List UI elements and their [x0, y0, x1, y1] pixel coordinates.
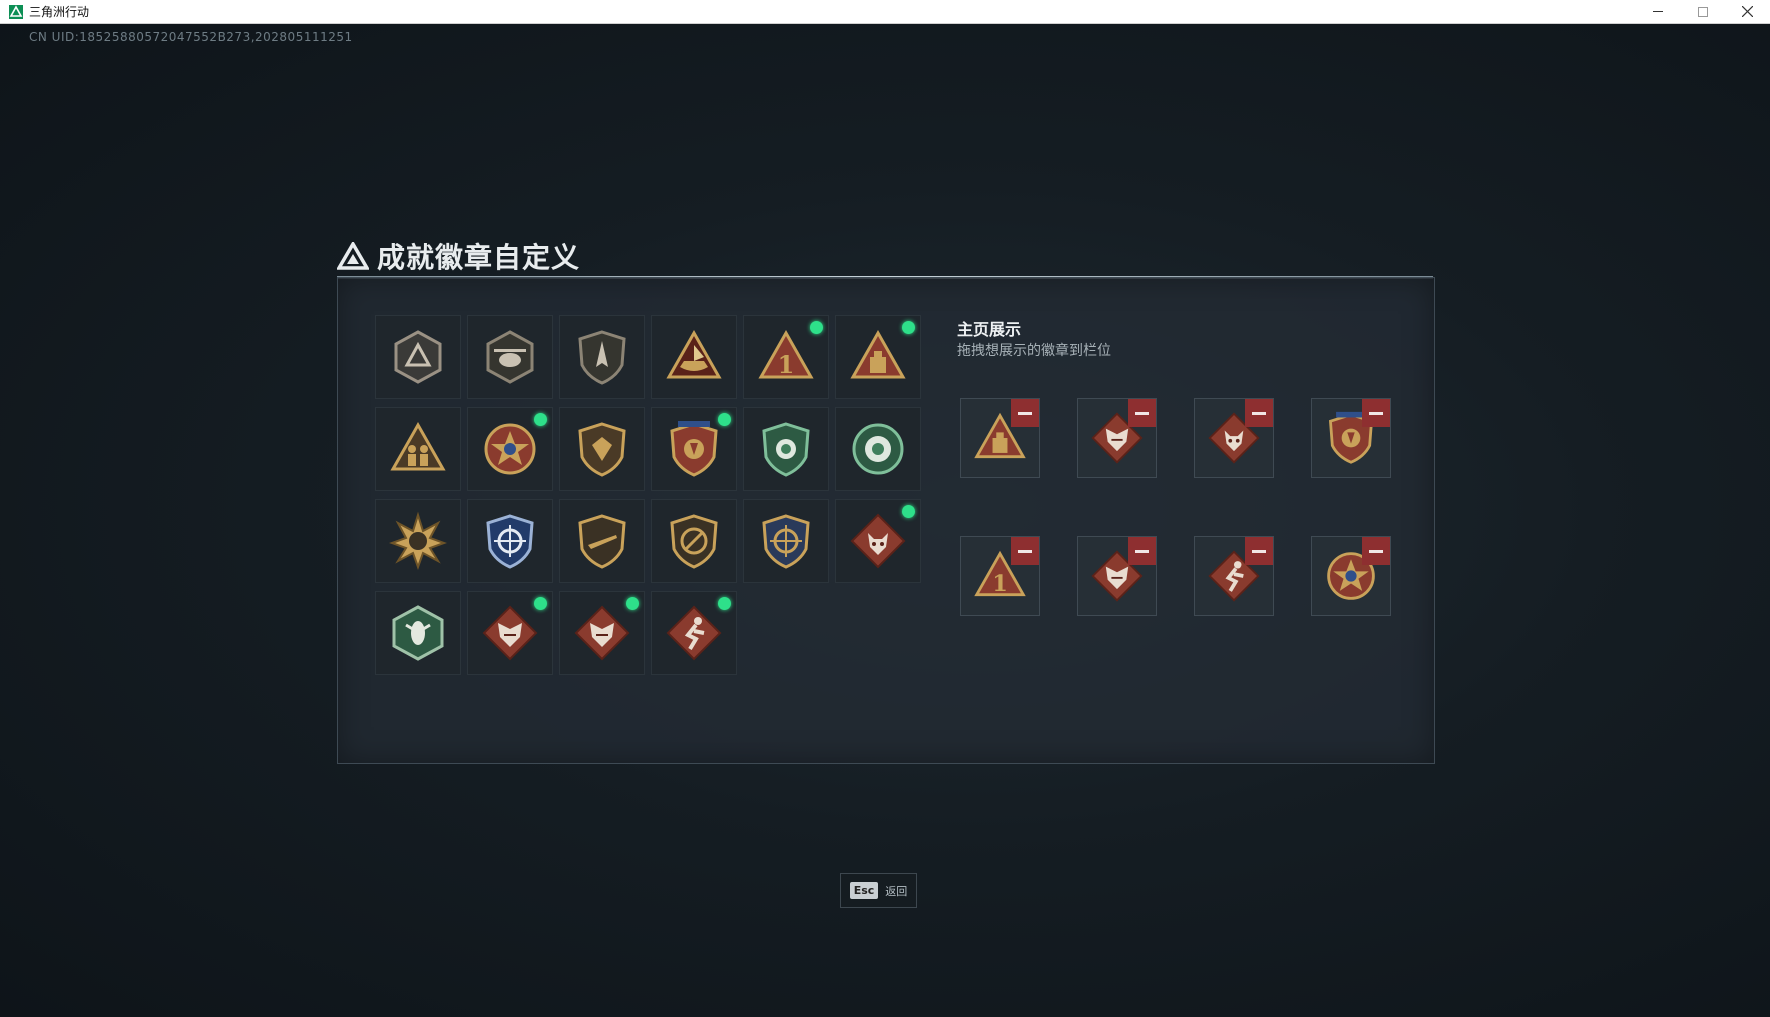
number-one-triangle-badge-icon: 1: [756, 327, 816, 387]
badge-cell[interactable]: [835, 407, 921, 491]
shield-emblem-badge-icon: [572, 419, 632, 479]
new-indicator-dot: [810, 321, 823, 334]
showcase-slot[interactable]: [1311, 398, 1391, 478]
panel-header: 成就徽章自定义: [337, 236, 580, 276]
remove-badge-button[interactable]: [1011, 537, 1039, 565]
minus-icon: [1369, 549, 1383, 553]
close-button[interactable]: [1725, 0, 1770, 23]
badge-cell[interactable]: [651, 591, 737, 675]
new-indicator-dot: [902, 321, 915, 334]
blue-crosshair-crest-badge-icon: [480, 511, 540, 571]
showcase-slot[interactable]: [1194, 398, 1274, 478]
minus-icon: [1252, 411, 1266, 415]
remove-badge-button[interactable]: [1128, 399, 1156, 427]
badge-cell[interactable]: [835, 315, 921, 399]
badge-cell[interactable]: [651, 315, 737, 399]
badge-cell[interactable]: [467, 407, 553, 491]
badge-cell[interactable]: [559, 591, 645, 675]
supply-crate-triangle-badge-icon: [848, 327, 908, 387]
wolf-diamond-badge-icon: [848, 511, 908, 571]
badge-cell[interactable]: [467, 499, 553, 583]
remove-badge-button[interactable]: [1245, 399, 1273, 427]
runner-diamond-badge-icon: [664, 603, 724, 663]
badge-cell[interactable]: [835, 499, 921, 583]
helicopter-badge-icon: [480, 327, 540, 387]
golden-crosshair-crest-badge-icon: [756, 511, 816, 571]
minus-icon: [1135, 549, 1149, 553]
green-shield-badge-icon: [756, 419, 816, 479]
badge-cell[interactable]: [467, 315, 553, 399]
badge-cell[interactable]: [375, 499, 461, 583]
winged-crest-badge-icon: [664, 419, 724, 479]
new-indicator-dot: [626, 597, 639, 610]
badge-cell[interactable]: [375, 315, 461, 399]
new-indicator-dot: [902, 505, 915, 518]
delta-logo-icon: [9, 4, 23, 19]
minimize-button[interactable]: [1635, 0, 1680, 23]
svg-text:1: 1: [992, 571, 1008, 597]
soldiers-triangle-badge-icon: [388, 419, 448, 479]
green-wreath-badge-icon: [848, 419, 908, 479]
showcase-slot[interactable]: [1311, 536, 1391, 616]
page-title: 成就徽章自定义: [377, 241, 581, 274]
user-id-text: CN UID:18525880572047552B273,20280511125…: [29, 30, 353, 44]
badge-cell[interactable]: [375, 407, 461, 491]
star-medal-badge-icon: [480, 419, 540, 479]
new-indicator-dot: [534, 413, 547, 426]
badge-cell[interactable]: [651, 499, 737, 583]
window-titlebar: 三角洲行动: [0, 0, 1770, 24]
minus-icon: [1135, 411, 1149, 415]
new-indicator-dot: [718, 597, 731, 610]
remove-badge-button[interactable]: [1245, 537, 1273, 565]
wasp-hexagon-badge-icon: [388, 603, 448, 663]
esc-key-label: Esc: [849, 882, 879, 899]
badge-cell[interactable]: [559, 499, 645, 583]
badge-cell[interactable]: [375, 591, 461, 675]
showcase-slot[interactable]: [1077, 398, 1157, 478]
remove-badge-button[interactable]: [1362, 399, 1390, 427]
sunburst-badge-icon: [388, 511, 448, 571]
showcase-slot[interactable]: 1: [960, 536, 1040, 616]
showcase-slot[interactable]: [1077, 536, 1157, 616]
showcase-slot[interactable]: [1194, 536, 1274, 616]
back-label: 返回: [885, 884, 908, 898]
badge-cell[interactable]: [651, 407, 737, 491]
badge-cell[interactable]: [467, 591, 553, 675]
dragon-diamond-badge-icon: [572, 603, 632, 663]
showcase-title: 主页展示: [957, 320, 1022, 339]
minus-icon: [1252, 549, 1266, 553]
badge-customization-panel: 1 主页展示 拖拽想展示的徽章到栏位 1: [337, 277, 1435, 764]
svg-text:1: 1: [778, 350, 795, 379]
remove-badge-button[interactable]: [1128, 537, 1156, 565]
badge-cell[interactable]: [743, 499, 829, 583]
no-weapon-shield-badge-icon: [664, 511, 724, 571]
dragon-diamond-badge-icon: [480, 603, 540, 663]
ship-triangle-badge-icon: [664, 327, 724, 387]
rifle-shield-badge-icon: [572, 511, 632, 571]
showcase-slot[interactable]: [960, 398, 1040, 478]
remove-badge-button[interactable]: [1362, 537, 1390, 565]
showcase-hint: 拖拽想展示的徽章到栏位: [957, 343, 1111, 359]
delta-shield-badge-icon: [388, 327, 448, 387]
badge-cell[interactable]: [559, 407, 645, 491]
minus-icon: [1018, 549, 1032, 553]
window-title: 三角洲行动: [29, 5, 90, 19]
remove-badge-button[interactable]: [1011, 399, 1039, 427]
new-indicator-dot: [534, 597, 547, 610]
jet-shield-badge-icon: [572, 327, 632, 387]
delta-triangle-icon: [337, 242, 369, 270]
badge-cell[interactable]: [743, 407, 829, 491]
back-button[interactable]: Esc 返回: [840, 873, 917, 908]
minus-icon: [1018, 411, 1032, 415]
maximize-button[interactable]: [1680, 0, 1725, 23]
new-indicator-dot: [718, 413, 731, 426]
minus-icon: [1369, 411, 1383, 415]
badge-cell[interactable]: 1: [743, 315, 829, 399]
badge-cell[interactable]: [559, 315, 645, 399]
